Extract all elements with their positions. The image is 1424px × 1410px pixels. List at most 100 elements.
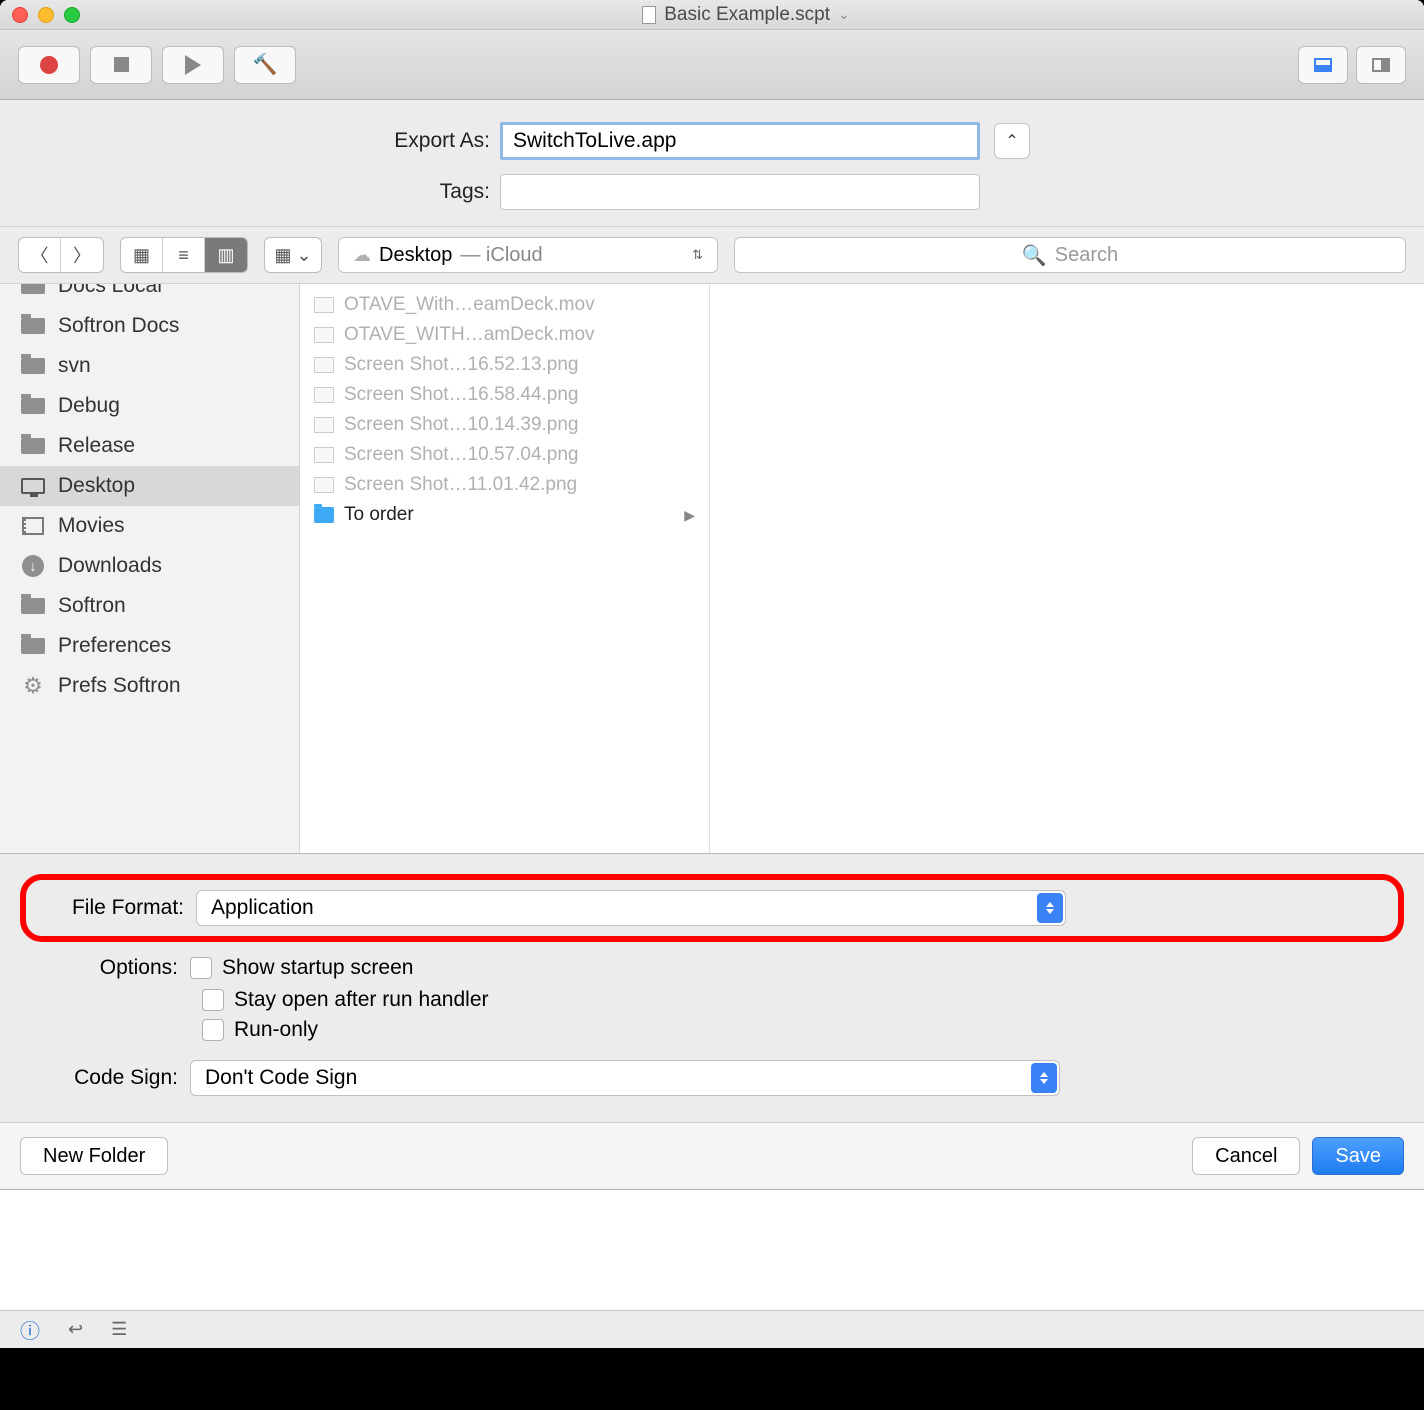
sidebar-item-desktop[interactable]: Desktop [0, 466, 299, 506]
file-row: Screen Shot…10.57.04.png [300, 440, 709, 470]
file-format-select[interactable]: Application [196, 890, 1066, 926]
location-name: Desktop [379, 244, 452, 267]
sidebar-item-prefs-softron[interactable]: ⚙Prefs Softron [0, 666, 299, 706]
film-icon [20, 516, 46, 536]
folder-icon [314, 507, 334, 523]
sidebar-item-downloads[interactable]: ↓Downloads [0, 546, 299, 586]
close-window-button[interactable] [12, 7, 28, 23]
file-format-label: File Format: [36, 896, 196, 920]
folder-row[interactable]: To order ▶ [300, 500, 709, 530]
file-icon [314, 477, 334, 493]
tags-label: Tags: [0, 180, 500, 204]
sidebar-item-label: Docs Local [58, 284, 162, 298]
desktop-icon [20, 476, 46, 496]
editor-toolbar: 🔨 [0, 30, 1424, 100]
file-name: Screen Shot…16.58.44.png [344, 384, 579, 406]
file-format-value: Application [211, 896, 314, 920]
sidebar-item-softron-docs[interactable]: Softron Docs [0, 306, 299, 346]
status-bar: ⓘ ↩ ☰ [0, 1310, 1424, 1348]
save-button[interactable]: Save [1312, 1137, 1404, 1175]
tags-input[interactable] [500, 174, 980, 210]
zoom-window-button[interactable] [64, 7, 80, 23]
run-only-label: Run-only [234, 1018, 318, 1042]
stay-open-label: Stay open after run handler [234, 988, 489, 1012]
icon-view-button[interactable]: ▦ [121, 238, 163, 272]
expand-browser-button[interactable]: ⌃ [994, 123, 1030, 159]
titlebar: Basic Example.scpt ⌄ [0, 0, 1424, 30]
export-sheet: Export As: ⌃ Tags: 〈 〉 ▦ ≡ ▥ ▦ ⌄ ☁ Deskt [0, 100, 1424, 1190]
show-startup-label: Show startup screen [222, 956, 413, 980]
sidebar-item-label: Desktop [58, 474, 135, 498]
code-sign-value: Don't Code Sign [205, 1066, 357, 1090]
folder-icon [20, 636, 46, 656]
file-name: OTAVE_With…eamDeck.mov [344, 294, 595, 316]
run-only-checkbox[interactable] [202, 1019, 224, 1041]
sidebar-item-label: Prefs Softron [58, 674, 181, 698]
file-row: Screen Shot…16.52.13.png [300, 350, 709, 380]
chevron-right-icon: ▶ [684, 507, 695, 524]
record-button[interactable] [18, 46, 80, 84]
file-name: Screen Shot…16.52.13.png [344, 354, 579, 376]
file-icon [314, 387, 334, 403]
file-icon [314, 297, 334, 313]
search-input[interactable]: 🔍 Search [734, 237, 1406, 273]
search-icon: 🔍 [1022, 243, 1047, 268]
file-name: OTAVE_WITH…amDeck.mov [344, 324, 595, 346]
location-popup[interactable]: ☁ Desktop — iCloud ⇅ [338, 237, 718, 273]
sidebar-item-debug[interactable]: Debug [0, 386, 299, 426]
file-icon [314, 447, 334, 463]
sidebar-item-label: Debug [58, 394, 120, 418]
folder-icon [20, 284, 46, 296]
stop-button[interactable] [90, 46, 152, 84]
browser-nav-bar: 〈 〉 ▦ ≡ ▥ ▦ ⌄ ☁ Desktop — iCloud ⇅ 🔍 Sea… [0, 226, 1424, 283]
file-row: Screen Shot…11.01.42.png [300, 470, 709, 500]
back-button[interactable]: 〈 [19, 238, 61, 272]
sidebar-item-svn[interactable]: svn [0, 346, 299, 386]
location-sub: — iCloud [460, 244, 542, 267]
column-view-button[interactable]: ▥ [205, 238, 247, 272]
show-bundle-button[interactable] [1356, 46, 1406, 84]
info-icon[interactable]: ⓘ [20, 1315, 40, 1344]
sidebar-item-preferences[interactable]: Preferences [0, 626, 299, 666]
sidebar: Docs Local Softron Docs svn Debug Release Des… [0, 284, 300, 853]
list-view-button[interactable]: ≡ [163, 238, 205, 272]
code-sign-select[interactable]: Don't Code Sign [190, 1060, 1060, 1096]
file-row: Screen Shot…10.14.39.png [300, 410, 709, 440]
file-icon [314, 357, 334, 373]
cancel-button[interactable]: Cancel [1192, 1137, 1300, 1175]
sidebar-item-movies[interactable]: Movies [0, 506, 299, 546]
file-row: OTAVE_WITH…amDeck.mov [300, 320, 709, 350]
file-name: To order [344, 504, 414, 526]
forward-button[interactable]: 〉 [61, 238, 103, 272]
file-format-highlight: File Format: Application [20, 874, 1404, 942]
sidebar-item-label: Softron Docs [58, 314, 179, 338]
run-button[interactable] [162, 46, 224, 84]
show-startup-checkbox[interactable] [190, 957, 212, 979]
editor-area[interactable] [0, 1190, 1424, 1310]
file-name: Screen Shot…11.01.42.png [344, 474, 577, 496]
export-as-label: Export As: [0, 129, 500, 153]
export-filename-input[interactable] [500, 122, 980, 160]
title-dropdown-icon[interactable]: ⌄ [838, 6, 850, 23]
log-icon[interactable]: ☰ [111, 1319, 127, 1340]
new-folder-button[interactable]: New Folder [20, 1137, 168, 1175]
file-row: OTAVE_With…eamDeck.mov [300, 290, 709, 320]
file-name: Screen Shot…10.57.04.png [344, 444, 579, 466]
folder-icon [20, 356, 46, 376]
sidebar-item-docs-local[interactable]: Docs Local [0, 284, 299, 306]
file-browser: Docs Local Softron Docs svn Debug Release Des… [0, 283, 1424, 853]
options-panel: File Format: Application Options: Show s… [0, 853, 1424, 1122]
sidebar-item-softron[interactable]: Softron [0, 586, 299, 626]
show-description-button[interactable] [1298, 46, 1348, 84]
return-icon[interactable]: ↩ [68, 1319, 83, 1340]
compile-button[interactable]: 🔨 [234, 46, 296, 84]
file-icon [314, 417, 334, 433]
sidebar-item-release[interactable]: Release [0, 426, 299, 466]
download-icon: ↓ [20, 556, 46, 576]
file-name: Screen Shot…10.14.39.png [344, 414, 579, 436]
stay-open-checkbox[interactable] [202, 989, 224, 1011]
preview-column [710, 284, 1424, 853]
group-button[interactable]: ▦ ⌄ [265, 238, 321, 272]
minimize-window-button[interactable] [38, 7, 54, 23]
search-placeholder: Search [1055, 244, 1118, 267]
